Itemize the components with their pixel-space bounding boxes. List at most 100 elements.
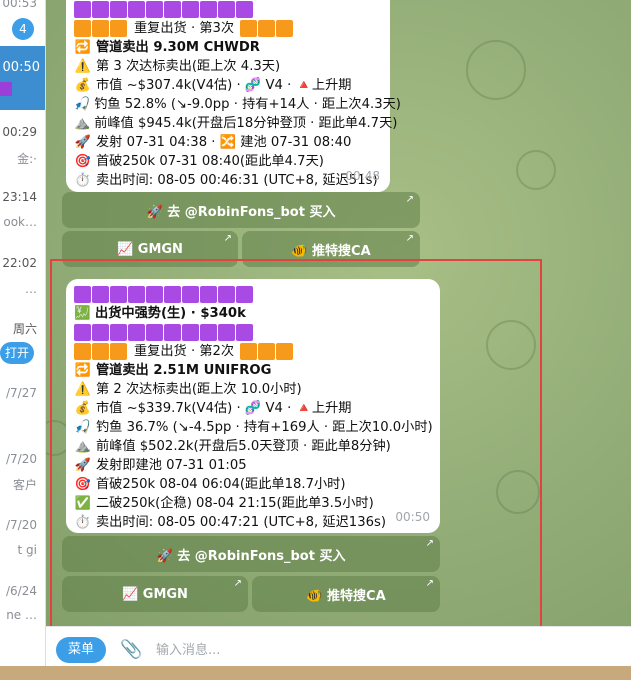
message-bubble-1[interactable]: 重复出货 · 第3次 🔁 管道卖出 9.30M CHWDR ⚠️ 第 3 次达标卖出… (66, 0, 401, 192)
peak-line: ⛰️ 前峰值 $502.2k(开盘后5.0天登顶 · 距此单8分钟) (74, 439, 391, 454)
second-break-line: ✅ 二破250k(企稳) 08-04 21:15(距此单3.5小时) (74, 496, 374, 511)
twitter-search-label: 🐠 推特搜CA (291, 243, 371, 259)
orange-square (74, 20, 91, 37)
orange-square (258, 343, 276, 360)
chat-preview: 客户 (12, 478, 37, 492)
first-break-line: 🎯 首破250k 08-04 06:04(距此单18.7小时) (74, 477, 346, 492)
repeat-sell-label: 重复出货 · 第3次 (134, 21, 235, 36)
purple-square (164, 286, 181, 303)
mountain-icon: ⛰️ (74, 439, 92, 454)
warning-icon: ⚠️ (74, 59, 92, 74)
purple-square (236, 324, 253, 341)
purple-square (74, 324, 91, 341)
purple-square (200, 324, 217, 341)
chat-preview: ook… (3, 215, 37, 229)
purple-square (92, 1, 109, 18)
purple-square (146, 324, 163, 341)
purple-square (92, 286, 109, 303)
purple-square (128, 1, 145, 18)
doodle-decoration (496, 470, 540, 514)
chat-list-item-active[interactable]: 00:50 (0, 46, 45, 110)
chat-preview: … (25, 282, 37, 296)
doodle-decoration (466, 40, 526, 100)
fishing-line: 🎣 钓鱼 52.8% (↘-9.0pp · 持有+14人 · 距上次4.3天) (74, 97, 401, 112)
chat-preview: 金:· (17, 152, 37, 166)
purple-square (218, 1, 235, 18)
market-cap-line: 💰 市值 ~$307.4k(V4估) · 🧬 V4 · 🔺上升期 (74, 78, 352, 93)
market-cap-line: 💰 市值 ~$339.7k(V4估) · 🧬 V4 · 🔺上升期 (74, 401, 352, 416)
chat-preview-color (0, 82, 12, 96)
message-bubble-2[interactable]: 💹 出货中强势(生) · $340k 重复出货 · 第2次 🔁 管道卖出 2.51… (66, 279, 440, 533)
orange-square (240, 343, 258, 360)
chat-preview: t gi (17, 543, 37, 557)
external-link-icon: ↗ (425, 578, 434, 589)
warning-icon: ⚠️ (74, 382, 92, 397)
repeat-sell-label: 重复出货 · 第2次 (134, 344, 235, 359)
purple-square (110, 1, 127, 18)
color-squares-row (66, 285, 440, 304)
twitter-search-button[interactable]: 🐠 推特搜CA ↗ (252, 576, 440, 612)
sell-line: 🔁 管道卖出 2.51M UNIFROG (74, 363, 272, 378)
gmgn-button[interactable]: 📈 GMGN ↗ (62, 231, 238, 267)
repeat-sell-header: 重复出货 · 第2次 (66, 342, 440, 361)
purple-square (218, 324, 235, 341)
purple-square (200, 286, 217, 303)
sell-line: 🔁 管道卖出 9.30M CHWDR (74, 40, 260, 55)
check-icon: ✅ (74, 496, 92, 511)
buy-bot-label: 🚀 去 @RobinFons_bot 买入 (156, 548, 346, 564)
orange-square (276, 20, 294, 37)
message-time: 00:50 (395, 510, 430, 524)
gmgn-label: 📈 GMGN (117, 241, 183, 257)
purple-square (164, 324, 181, 341)
chat-list-sidebar[interactable]: 00:53 4 00:50 00:29 金:· 23:14 ook… 22:02… (0, 0, 46, 680)
purple-square (218, 286, 235, 303)
repeat-icon: 🔁 (74, 40, 92, 55)
warning-line: ⚠️ 第 3 次达标卖出(距上次 4.3天) (74, 59, 281, 74)
rocket-icon: 🚀 (74, 458, 92, 473)
strength-label: 💹 出货中强势(生) · $340k (74, 306, 246, 321)
orange-square (276, 343, 294, 360)
buy-bot-label: 🚀 去 @RobinFons_bot 买入 (146, 204, 336, 220)
money-bag-icon: 💰 (74, 78, 92, 93)
doodle-decoration (516, 150, 556, 190)
purple-square (74, 286, 91, 303)
first-break-line: 🎯 首破250k 07-31 08:40(距此单4.7天) (74, 154, 324, 169)
chat-preview: ne … (6, 608, 37, 622)
buy-bot-button[interactable]: 🚀 去 @RobinFons_bot 买入 ↗ (62, 536, 440, 572)
twitter-search-button[interactable]: 🐠 推特搜CA ↗ (242, 231, 420, 267)
buy-bot-button[interactable]: 🚀 去 @RobinFons_bot 买入 ↗ (62, 192, 420, 228)
purple-square (236, 286, 253, 303)
message-input[interactable] (156, 639, 616, 661)
gmgn-button[interactable]: 📈 GMGN ↗ (62, 576, 248, 612)
purple-square (236, 1, 253, 18)
external-link-icon: ↗ (233, 578, 242, 589)
chat-time: /7/27 (6, 386, 37, 400)
stopwatch-icon: ⏱️ (74, 515, 92, 530)
attach-icon[interactable]: 📎 (120, 639, 142, 660)
launch-line: 🚀 发射即建池 07-31 01:05 (74, 458, 247, 473)
warning-line: ⚠️ 第 2 次达标卖出(距上次 10.0小时) (74, 382, 302, 397)
open-pill-button[interactable]: 打开 (0, 342, 34, 364)
purple-square (92, 324, 109, 341)
target-icon: 🎯 (74, 477, 92, 492)
fishing-icon: 🎣 (74, 97, 91, 112)
chat-time: 周六 (12, 322, 37, 336)
money-bag-icon: 💰 (74, 401, 92, 416)
orange-square (74, 343, 91, 360)
menu-button[interactable]: 菜单 (56, 637, 106, 663)
twitter-search-label: 🐠 推特搜CA (306, 588, 386, 604)
repeat-sell-header: 重复出货 · 第3次 (66, 19, 390, 38)
gmgn-label: 📈 GMGN (122, 586, 188, 602)
target-icon: 🎯 (74, 154, 92, 169)
chat-time: 23:14 (2, 190, 37, 204)
orange-square (92, 343, 109, 360)
orange-square (240, 20, 258, 37)
chat-time: /7/20 (6, 452, 37, 466)
chat-time: 00:50 (2, 60, 40, 75)
rocket-icon: 🚀 (74, 135, 92, 150)
doodle-decoration (486, 320, 536, 370)
purple-square (110, 324, 127, 341)
sell-time-line: ⏱️ 卖出时间: 08-05 00:47:21 (UTC+8, 延迟136s) (74, 515, 386, 530)
fishing-line: 🎣 钓鱼 36.7% (↘-4.5pp · 持有+169人 · 距上次10.0小时… (74, 420, 433, 435)
unread-badge: 4 (12, 18, 34, 40)
